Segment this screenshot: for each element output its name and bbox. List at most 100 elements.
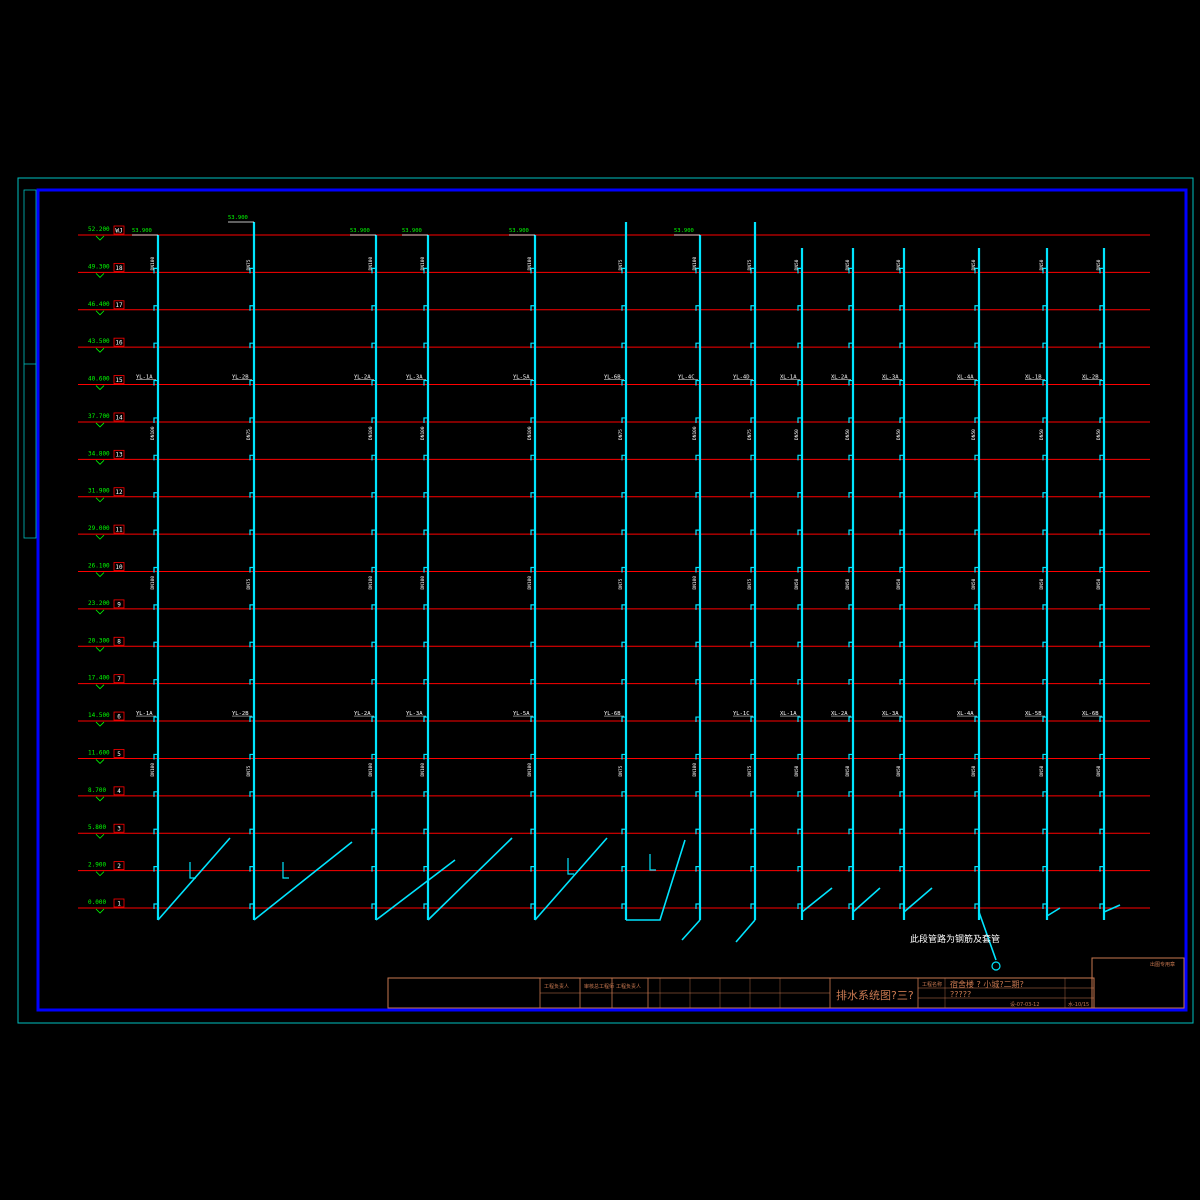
pipe-diameter-label: DN75 xyxy=(246,765,252,776)
tb-stamp: 出图专用章 xyxy=(1150,961,1175,968)
floor-number-label: 10 xyxy=(115,564,123,571)
floor-elevation-label: 17.400 xyxy=(88,675,110,682)
tb-project-label: 工程名称 xyxy=(922,981,942,988)
pipe-diameter-label: DN50 xyxy=(845,765,851,776)
vent-elevation-label: 53.900 xyxy=(674,228,694,234)
floor-number-label: 12 xyxy=(115,489,123,496)
floor-elevation-label: 23.200 xyxy=(88,600,110,607)
pipe-diameter-label: DN100 xyxy=(420,257,426,271)
floor-number-label: 15 xyxy=(115,377,123,384)
pipe-diameter-label: DN75 xyxy=(618,765,624,776)
drainage-system-drawing: 52.200 WJ49.300 1846.400 1743.500 1640.600 15… xyxy=(0,0,1200,1200)
pipe-diameter-label: DN50 xyxy=(1096,578,1102,589)
floor-elevation-label: 52.200 xyxy=(88,226,110,233)
floor-elevation-label: 29.000 xyxy=(88,525,110,532)
pipe-diameter-label: DN75 xyxy=(747,429,753,440)
floor-elevation-label: 11.600 xyxy=(88,749,110,756)
pipe-diameter-label: DN100 xyxy=(692,257,698,271)
pipe-diameter-label: DN100 xyxy=(368,763,374,777)
pipe-diameter-label: DN50 xyxy=(971,578,977,589)
pipe-diameter-label: DN50 xyxy=(971,429,977,440)
pipe-diameter-label: DN100 xyxy=(527,426,533,440)
pipe-diameter-label: DN100 xyxy=(692,763,698,777)
pipe-diameter-label: DN75 xyxy=(747,578,753,589)
floor-elevation-label: 26.100 xyxy=(88,563,110,570)
pipe-diameter-label: DN50 xyxy=(896,765,902,776)
pipe-diameter-label: DN100 xyxy=(150,576,156,590)
floor-number-label: WJ xyxy=(115,227,122,234)
floor-number-label: 16 xyxy=(115,340,123,347)
floor-elevation-label: 34.800 xyxy=(88,450,110,457)
floor-number-label: 7 xyxy=(117,676,121,683)
pipe-diameter-label: DN100 xyxy=(527,257,533,271)
pipe-diameter-label: DN50 xyxy=(896,259,902,270)
pipe-diameter-label: DN100 xyxy=(150,257,156,271)
pipe-diameter-label: DN50 xyxy=(845,259,851,270)
pipe-diameter-label: DN50 xyxy=(845,578,851,589)
floor-number-label: 3 xyxy=(117,826,121,833)
pipe-diameter-label: DN50 xyxy=(971,259,977,270)
floor-number-label: 8 xyxy=(117,639,121,646)
pipe-diameter-label: DN50 xyxy=(1096,429,1102,440)
pipe-diameter-label: DN100 xyxy=(420,576,426,590)
pipe-diameter-label: DN100 xyxy=(692,576,698,590)
floor-elevation-label: 37.700 xyxy=(88,413,110,420)
floor-number-label: 14 xyxy=(115,414,123,421)
pipe-diameter-label: DN75 xyxy=(747,765,753,776)
pipe-diameter-label: DN50 xyxy=(1039,578,1045,589)
floor-elevation-label: 8.700 xyxy=(88,787,106,794)
vent-elevation-label: 53.900 xyxy=(509,228,529,234)
floor-elevation-label: 0.000 xyxy=(88,899,106,906)
pipe-diameter-label: DN50 xyxy=(971,765,977,776)
drawing-title: 排水系统图?三? xyxy=(836,988,914,1002)
pipe-diameter-label: DN75 xyxy=(246,578,252,589)
pipe-diameter-label: DN50 xyxy=(794,765,800,776)
pipe-diameter-label: DN100 xyxy=(420,763,426,777)
floor-number-label: 17 xyxy=(115,302,123,309)
tb-project-name: ????? xyxy=(950,990,971,999)
pipe-diameter-label: DN75 xyxy=(618,578,624,589)
pipe-diameter-label: DN100 xyxy=(150,426,156,440)
pipe-note: 此段管路为钢筋及套管 xyxy=(910,933,1000,945)
floor-elevation-label: 31.900 xyxy=(88,488,110,495)
pipe-diameter-label: DN50 xyxy=(794,429,800,440)
floor-elevation-label: 5.800 xyxy=(88,824,106,831)
floor-number-label: 13 xyxy=(115,452,123,459)
pipe-diameter-label: DN100 xyxy=(150,763,156,777)
tb-project-value: 宿舍楼 ? 小城?二期? xyxy=(950,979,1024,989)
tb-sign-2: 审核总工程师 xyxy=(584,983,614,990)
pipe-diameter-label: DN50 xyxy=(1096,765,1102,776)
floor-elevation-label: 49.300 xyxy=(88,263,110,270)
tb-drawing-no: 设-07-03-12 xyxy=(1010,1001,1040,1008)
pipe-diameter-label: DN50 xyxy=(794,578,800,589)
vent-elevation-label: 53.900 xyxy=(132,228,152,234)
floor-number-label: 18 xyxy=(115,265,123,272)
pipe-diameter-label: DN50 xyxy=(1039,259,1045,270)
pipe-diameter-label: DN100 xyxy=(368,426,374,440)
tb-sign-3: 工程负责人 xyxy=(616,983,641,990)
floor-number-label: 2 xyxy=(117,863,121,870)
floor-elevation-label: 40.600 xyxy=(88,376,110,383)
floor-elevation-label: 2.900 xyxy=(88,862,106,869)
floor-elevation-label: 20.300 xyxy=(88,637,110,644)
floor-number-label: 9 xyxy=(117,601,121,608)
floor-number-label: 1 xyxy=(117,900,121,907)
pipe-diameter-label: DN75 xyxy=(747,259,753,270)
canvas-background xyxy=(0,0,1200,1200)
pipe-diameter-label: DN100 xyxy=(692,426,698,440)
pipe-diameter-label: DN50 xyxy=(845,429,851,440)
pipe-diameter-label: DN50 xyxy=(1039,429,1045,440)
pipe-diameter-label: DN50 xyxy=(896,578,902,589)
pipe-diameter-label: DN100 xyxy=(527,763,533,777)
pipe-diameter-label: DN75 xyxy=(618,259,624,270)
floor-number-label: 5 xyxy=(117,751,121,758)
floor-number-label: 4 xyxy=(117,788,121,795)
pipe-diameter-label: DN50 xyxy=(794,259,800,270)
floor-elevation-label: 14.500 xyxy=(88,712,110,719)
tb-sheet: 水-10/15 xyxy=(1068,1001,1089,1008)
tb-sign-1: 工程负责人 xyxy=(544,983,569,990)
pipe-diameter-label: DN75 xyxy=(618,429,624,440)
pipe-diameter-label: DN50 xyxy=(896,429,902,440)
pipe-diameter-label: DN100 xyxy=(368,257,374,271)
pipe-diameter-label: DN50 xyxy=(1039,765,1045,776)
